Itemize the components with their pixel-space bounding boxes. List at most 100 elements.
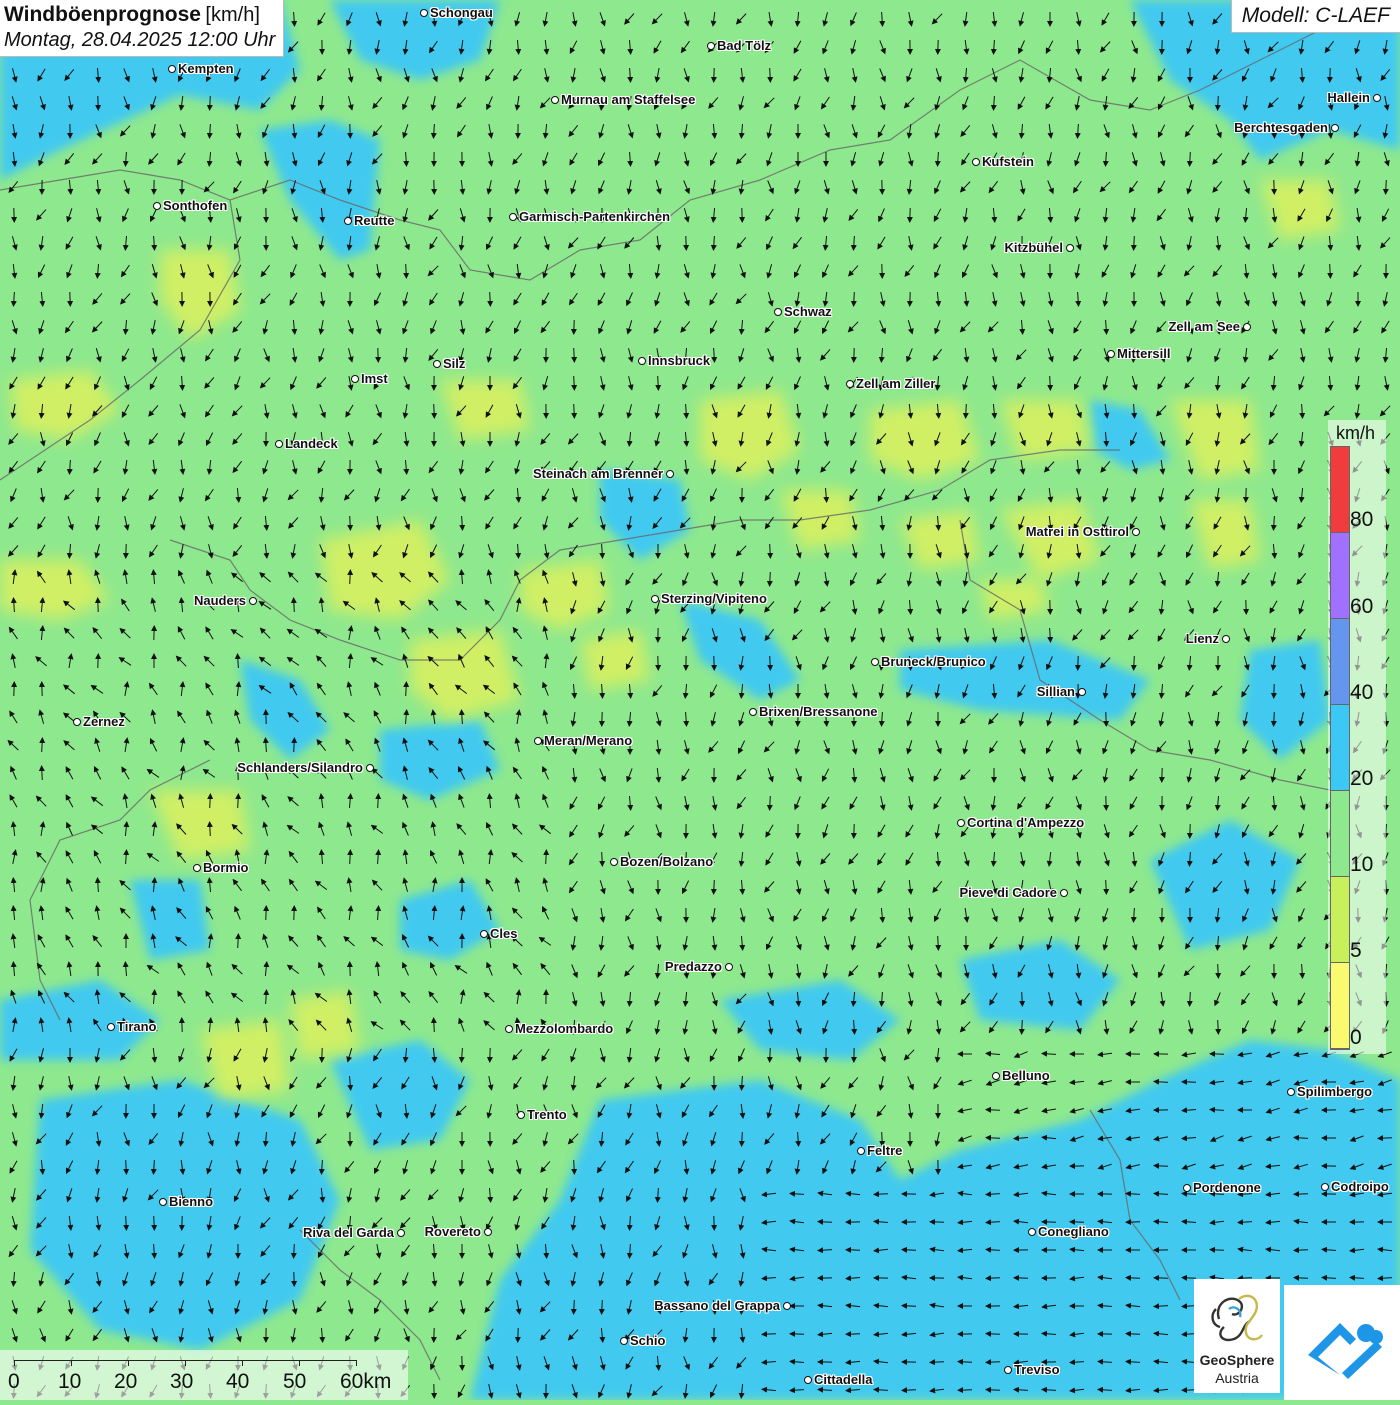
city-label: Sillian (1037, 684, 1075, 699)
city-dot-icon (871, 658, 879, 666)
city-dot-icon (774, 308, 782, 316)
legend-tick-label: 20 (1350, 767, 1373, 791)
city-label: Lienz (1186, 631, 1219, 646)
wind-arrow-icon (1022, 1020, 1023, 1032)
wind-arrow-icon (770, 656, 771, 668)
geosphere-emblem-icon (1194, 1279, 1280, 1351)
city-label: Zell am See (1168, 319, 1240, 334)
city-label: Codroipo (1331, 1179, 1389, 1194)
wind-arrow-icon (406, 264, 407, 276)
city-label: Hallein (1327, 90, 1370, 105)
wind-arrow-icon (1190, 992, 1191, 1004)
wind-arrow-icon (294, 1244, 295, 1256)
city-dot-icon (534, 737, 542, 745)
wind-arrow-icon (574, 404, 575, 416)
scale-label: 30 (170, 1370, 193, 1394)
wind-arrow-icon (1386, 180, 1387, 192)
city-label: Garmisch-Partenkirchen (519, 209, 670, 224)
city-dot-icon (366, 764, 374, 772)
city-dot-icon (707, 42, 715, 50)
wind-arrow-icon (988, 1334, 1000, 1335)
wind-arrow-icon (126, 1216, 127, 1228)
city-dot-icon (420, 9, 428, 17)
city-label: Sonthofen (163, 198, 227, 213)
wind-arrow-icon (574, 348, 575, 360)
city-dot-icon (638, 357, 646, 365)
wind-arrow-icon (350, 852, 351, 864)
city-label: Sterzing/Vipiteno (661, 591, 767, 606)
city-dot-icon (972, 158, 980, 166)
scale-label: 60km (340, 1370, 391, 1394)
city-dot-icon (153, 202, 161, 210)
wind-arrow-icon (1274, 712, 1275, 724)
city-label: Schlanders/Silandro (237, 760, 363, 775)
wind-arrow-icon (1128, 1334, 1140, 1335)
wind-arrow-icon (154, 1216, 155, 1228)
city-label: Kufstein (982, 154, 1034, 169)
city-label: Schongau (430, 5, 493, 20)
city-dot-icon (783, 1302, 791, 1310)
city-dot-icon (857, 1147, 865, 1155)
city-label: Rovereto (425, 1224, 481, 1239)
city-dot-icon (666, 470, 674, 478)
legend-tick-label: 40 (1350, 681, 1373, 705)
city-dot-icon (992, 1072, 1000, 1080)
city-label: Zernez (83, 714, 125, 729)
city-label: Cles (490, 926, 517, 941)
city-label: Brixen/Bressanone (759, 704, 878, 719)
wind-arrow-icon (294, 740, 295, 752)
wind-arrow-icon (1156, 1166, 1168, 1167)
city-dot-icon (1060, 889, 1068, 897)
city-dot-icon (1243, 323, 1251, 331)
wind-arrow-icon (42, 740, 43, 752)
city-dot-icon (1373, 94, 1381, 102)
city-label: Kempten (178, 61, 234, 76)
city-label: Spilimbergo (1297, 1084, 1372, 1099)
city-dot-icon (1287, 1088, 1295, 1096)
city-dot-icon (804, 1376, 812, 1384)
city-label: Riva del Garda (303, 1225, 394, 1240)
wind-arrow-icon (378, 796, 379, 808)
scale-tick (128, 1360, 129, 1366)
wind-arrow-icon (820, 1222, 832, 1223)
city-label: Bruneck/Brunico (881, 654, 986, 669)
wind-arrow-icon (1212, 1250, 1224, 1251)
wind-arrow-icon (1218, 1020, 1219, 1032)
wind-arrow-icon (988, 1278, 1000, 1279)
legend-tick-label: 60 (1350, 595, 1373, 619)
city-dot-icon (433, 360, 441, 368)
wind-arrow-icon (238, 796, 239, 808)
city-label: Zell am Ziller (856, 376, 935, 391)
scale-label: 20 (114, 1370, 137, 1394)
wind-arrow-icon (1190, 152, 1191, 164)
city-label: Predazzo (665, 959, 722, 974)
wind-arrow-icon (1296, 1278, 1308, 1279)
wind-arrow-icon (988, 1138, 1000, 1139)
wind-arrow-icon (574, 376, 575, 388)
city-dot-icon (397, 1229, 405, 1237)
city-dot-icon (159, 1198, 167, 1206)
wind-arrow-icon (294, 600, 295, 612)
city-label: Bassano del Grappa (654, 1298, 780, 1313)
wind-arrow-icon (658, 376, 659, 388)
city-label: Matrei in Osttirol (1026, 524, 1129, 539)
wind-arrow-icon (1022, 992, 1023, 1004)
legend-segment (1331, 447, 1349, 533)
scale-label: 50 (283, 1370, 306, 1394)
city-dot-icon (517, 1111, 525, 1119)
scale-tick (242, 1360, 243, 1366)
city-dot-icon (620, 1337, 628, 1345)
title-main: Windböenprognose (4, 3, 201, 26)
wind-arrow-icon (434, 404, 435, 416)
scale-tick (299, 1360, 300, 1366)
wind-arrow-icon (602, 852, 603, 864)
city-dot-icon (351, 375, 359, 383)
wind-arrow-icon (904, 1390, 916, 1391)
wind-arrow-icon (42, 768, 43, 780)
wind-arrow-icon (742, 1132, 743, 1144)
legend-tick-label: 10 (1350, 853, 1373, 877)
city-label: Tirano (117, 1019, 157, 1034)
wind-arrow-icon (1218, 964, 1219, 976)
city-dot-icon (551, 96, 559, 104)
city-dot-icon (725, 963, 733, 971)
